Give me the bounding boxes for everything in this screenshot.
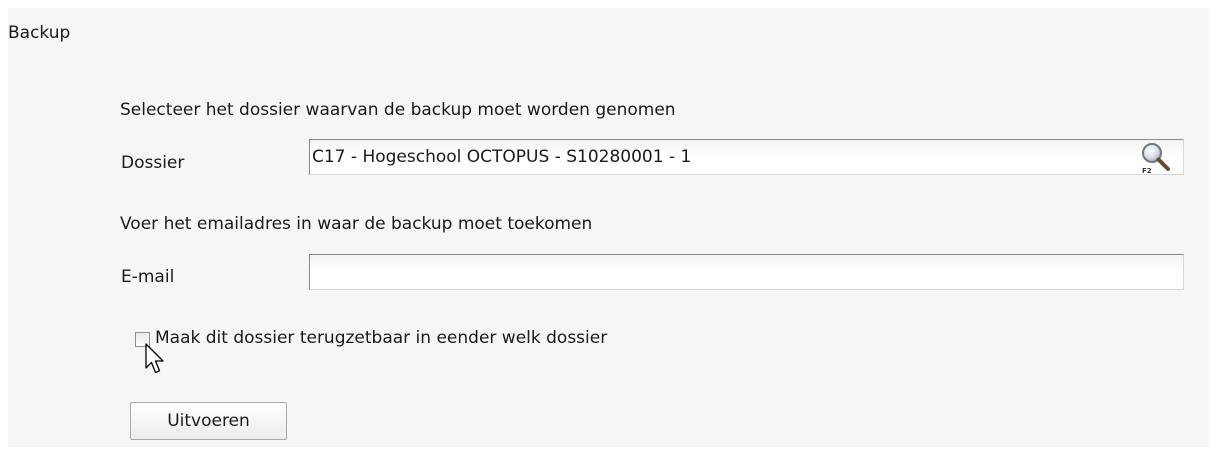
run-button[interactable]: Uitvoeren — [130, 402, 287, 440]
restorable-checkbox[interactable] — [135, 332, 150, 347]
f2-key-text: F2 — [1142, 167, 1152, 175]
dossier-label: Dossier — [121, 153, 185, 173]
email-input[interactable] — [309, 254, 1184, 290]
restorable-checkbox-label[interactable]: Maak dit dossier terugzetbaar in eender … — [155, 328, 607, 348]
panel-title: Backup — [8, 23, 71, 43]
email-label: E-mail — [121, 267, 175, 287]
search-f2-icon: F2 — [1142, 143, 1170, 175]
email-instruction: Voer het emailadres in waar de backup mo… — [120, 214, 593, 234]
dossier-instruction: Selecteer het dossier waarvan de backup … — [120, 100, 676, 120]
dossier-input[interactable] — [309, 139, 1184, 175]
mouse-cursor-icon — [145, 343, 164, 374]
dossier-lookup-button[interactable]: F2 — [1139, 140, 1173, 176]
backup-panel: Backup Selecteer het dossier waarvan de … — [8, 8, 1209, 447]
